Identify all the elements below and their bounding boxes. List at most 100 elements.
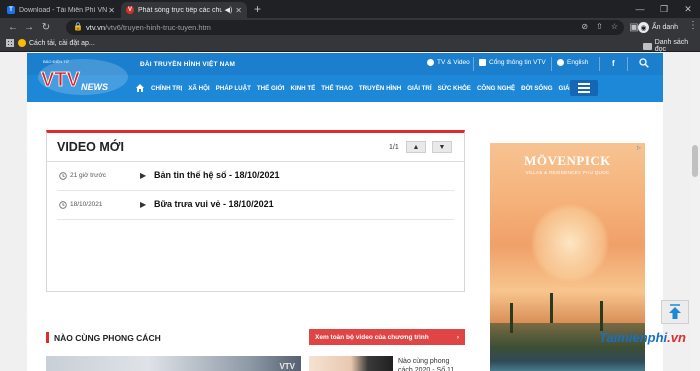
nav-item-phap-luat[interactable]: PHÁP LUẬT (216, 85, 251, 92)
main-nav: CHÍNH TRỊ XÃ HỘI PHÁP LUẬT THẾ GIỚI KINH… (135, 83, 589, 93)
palm-tree (510, 303, 513, 333)
related-thumbnail[interactable]: VTV (46, 356, 301, 371)
clock-icon (59, 201, 67, 209)
browser-toolbar: ← → ↻ 🔒 vtv.vn/vtv6/truyen-hinh-truc-tuy… (0, 18, 700, 37)
nav-item-suc-khoe[interactable]: SỨC KHỎE (438, 85, 471, 92)
divider (551, 57, 552, 71)
close-window-icon[interactable]: ✕ (676, 0, 700, 18)
nav-item-truyen-hinh[interactable]: TRUYỀN HÌNH (359, 85, 401, 92)
prev-page-button[interactable]: ▲ (406, 141, 426, 153)
profile-label: Ẩn danh (652, 24, 679, 31)
tab-close-icon[interactable]: ✕ (235, 6, 242, 15)
bookmark-star-icon[interactable]: ☆ (611, 22, 618, 31)
bookmark-favicon-icon (18, 39, 26, 47)
chevron-right-icon: › (456, 333, 459, 341)
site-name[interactable]: ĐÀI TRUYỀN HÌNH VIỆT NAM (140, 61, 235, 68)
play-icon[interactable]: ▶ (140, 200, 146, 209)
back-to-top-button[interactable] (661, 300, 689, 324)
reading-list-icon (643, 42, 652, 50)
address-bar[interactable]: 🔒 vtv.vn/vtv6/truyen-hinh-truc-tuyen.htm… (66, 20, 624, 35)
nav-item-kinh-te[interactable]: KINH TẾ (291, 85, 316, 92)
divider (57, 219, 454, 220)
video-title[interactable]: Bữa trưa vui vẻ - 18/10/2021 (154, 199, 274, 209)
main-content: VIDEO MỚI 1/1 ▲ ▼ 21 giờ trước ▶ Bản tin… (27, 102, 663, 371)
nav-item-doi-song[interactable]: ĐỜI SỐNG (521, 85, 552, 92)
divider (473, 57, 474, 71)
speaker-icon[interactable]: ◀) (225, 6, 233, 14)
bookmark-item[interactable]: Cách tải, cài đặt ap... (18, 39, 95, 47)
tab-favicon-icon: V (126, 6, 134, 14)
divider (47, 161, 464, 162)
hamburger-menu-button[interactable] (570, 80, 598, 96)
nav-item-giai-tri[interactable]: GIẢI TRÍ (407, 85, 431, 92)
video-moi-box: VIDEO MỚI 1/1 ▲ ▼ 21 giờ trước ▶ Bản tin… (46, 130, 465, 292)
view-all-button[interactable]: Xem toàn bộ video của chương trình › (309, 329, 465, 345)
svg-text:NEWS: NEWS (81, 82, 108, 92)
maximize-icon[interactable]: ❐ (652, 0, 676, 18)
ad-subtitle: VILLAS & RESIDENCES PHU QUOC (525, 170, 610, 175)
taimienphi-watermark: Taimienphi.vn (599, 330, 686, 345)
tab-close-icon[interactable]: ✕ (108, 6, 115, 15)
tab-favicon-icon: T (7, 6, 15, 14)
palm-tree (550, 293, 553, 323)
nav-item-the-gioi[interactable]: THẾ GIỚI (257, 85, 285, 92)
vtv-news-logo[interactable]: BÁO ĐIỆN TỬ VTV NEWS (35, 55, 135, 97)
globe-icon (557, 59, 564, 66)
reload-icon[interactable]: ↻ (39, 20, 53, 34)
vertical-scrollbar[interactable] (690, 53, 700, 371)
related-thumbnail[interactable] (309, 356, 393, 371)
incognito-icon: ◉ (638, 22, 649, 33)
reading-list-button[interactable]: Danh sách đọc (643, 39, 700, 53)
url-text[interactable]: vtv.vn/vtv6/truyen-hinh-truc-tuyen.htm (86, 23, 211, 32)
lock-icon[interactable]: 🔒 (73, 22, 83, 31)
incognito-profile-button[interactable]: ◉ Ẩn danh (638, 20, 678, 35)
divider (599, 57, 600, 71)
forward-arrow-icon[interactable]: → (22, 20, 36, 34)
nav-item-the-thao[interactable]: THỂ THAO (321, 85, 353, 92)
english-link[interactable]: English (557, 59, 588, 66)
nav-item-cong-nghe[interactable]: CÔNG NGHỆ (477, 85, 515, 92)
browser-tab-download[interactable]: T Download - Tải Miễn Phí VN - Ph ✕ (2, 2, 120, 18)
video-list-item[interactable]: 21 giờ trước ▶ Bản tin thế hệ số - 18/10… (47, 165, 464, 189)
ad-brand: MÖVENPICK (524, 153, 611, 168)
browser-menu-icon[interactable]: ⋮ (688, 20, 698, 31)
back-arrow-icon[interactable]: ← (6, 20, 20, 34)
nav-item-chinh-tri[interactable]: CHÍNH TRỊ (151, 85, 182, 92)
section-title: NÀO CÙNG PHONG CÁCH (54, 333, 161, 343)
page-viewport: BÁO ĐIỆN TỬ VTV NEWS ĐÀI TRUYỀN HÌNH VIỆ… (0, 53, 690, 371)
section-accent-bar (46, 332, 49, 343)
tv-video-link[interactable]: TV & Video (427, 59, 470, 66)
svg-text:VTV: VTV (41, 69, 81, 91)
video-title[interactable]: Bản tin thế hệ số - 18/10/2021 (154, 170, 280, 180)
video-box-title: VIDEO MỚI (57, 140, 124, 154)
palm-tree (600, 301, 603, 331)
play-icon[interactable]: ▶ (140, 171, 146, 180)
tab-title: Download - Tải Miễn Phí VN - Ph (19, 6, 108, 14)
facebook-icon[interactable]: f (612, 59, 615, 68)
tracking-eye-icon[interactable]: ⊘ (581, 22, 588, 31)
arrow-up-icon (669, 304, 681, 319)
record-icon (427, 59, 434, 66)
browser-tab-bar: T Download - Tải Miễn Phí VN - Ph ✕ V Ph… (0, 0, 700, 18)
share-icon[interactable]: ⇧ (596, 22, 603, 31)
bookmark-apps[interactable] (6, 39, 14, 47)
search-icon[interactable] (639, 58, 649, 68)
tab-title: Phát sóng trực tiếp các chươ (138, 6, 222, 14)
ad-choices-icon[interactable]: ▷ (637, 145, 643, 151)
video-time: 18/10/2021 (70, 201, 103, 208)
minimize-icon[interactable]: — (628, 0, 652, 18)
new-tab-icon[interactable]: + (254, 2, 261, 16)
nav-item-xa-hoi[interactable]: XÃ HỘI (188, 85, 209, 92)
portal-icon (479, 59, 486, 66)
vtv-header: BÁO ĐIỆN TỬ VTV NEWS ĐÀI TRUYỀN HÌNH VIỆ… (27, 53, 663, 102)
divider (627, 57, 628, 71)
related-item-title[interactable]: Nào cùng phong cách 2020 - Số 11 (398, 357, 458, 371)
clock-icon (59, 172, 67, 180)
browser-tab-vtv[interactable]: V Phát sóng trực tiếp các chươ ◀) ✕ (121, 2, 247, 18)
scrollbar-thumb[interactable] (692, 145, 698, 177)
video-list-item[interactable]: 18/10/2021 ▶ Bữa trưa vui vẻ - 18/10/202… (47, 194, 464, 218)
video-time: 21 giờ trước (70, 172, 106, 179)
vtv-portal-link[interactable]: Cổng thông tin VTV (479, 59, 546, 66)
home-icon[interactable] (135, 83, 145, 93)
next-page-button[interactable]: ▼ (432, 141, 452, 153)
